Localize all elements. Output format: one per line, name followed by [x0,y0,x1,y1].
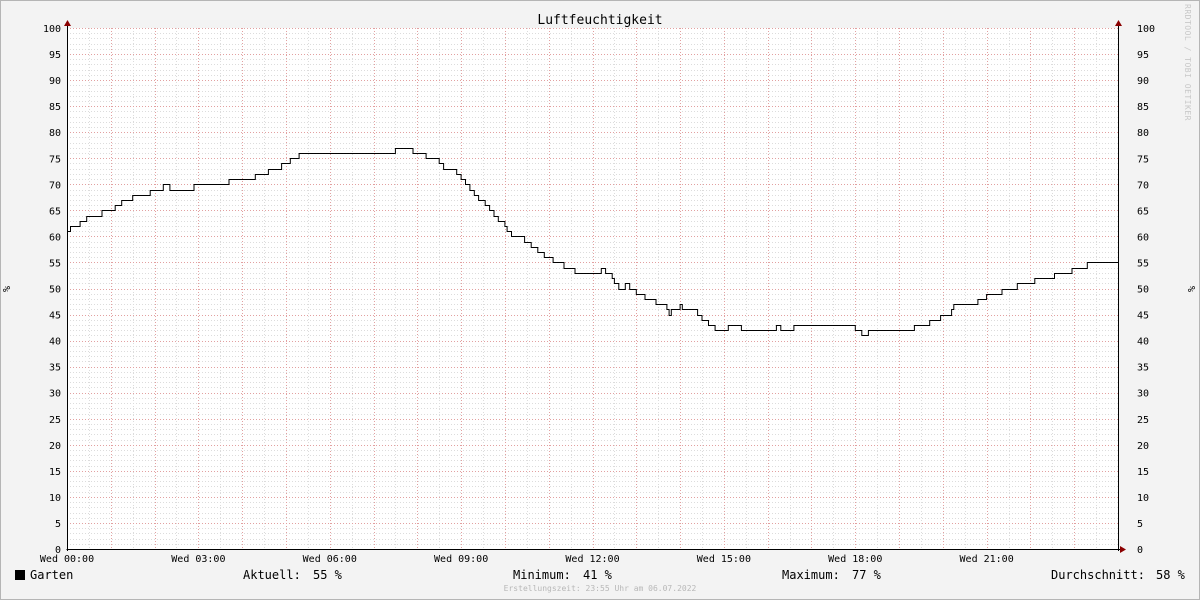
y-tick-label-right: 90 [1137,76,1149,87]
x-tick-label: Wed 09:00 [434,554,488,565]
x-tick-label: Wed 21:00 [960,554,1014,565]
y-tick-label-right: 30 [1137,389,1149,400]
y-tick-label-left: 20 [49,441,61,452]
y-tick-label-left: 15 [49,467,61,478]
y-tick-label-right: 85 [1137,102,1149,113]
y-tick-label-right: 80 [1137,128,1149,139]
chart-title: Luftfeuchtigkeit [537,13,662,28]
legend-current-label: Aktuell: [243,568,301,582]
legend-min-value: 41 % [583,568,612,582]
y-axis-label-left: % [2,286,13,292]
x-tick-label: Wed 15:00 [697,554,751,565]
y-axis-label-right: % [1187,286,1198,292]
x-tick-label: Wed 18:00 [828,554,882,565]
y-tick-label-left: 45 [49,311,61,322]
legend-swatch [15,570,25,580]
y-tick-label-right: 10 [1137,493,1149,504]
y-tick-label-right: 0 [1137,545,1143,556]
y-tick-label-right: 65 [1137,206,1149,217]
y-axis-arrow-right [1115,20,1122,26]
y-tick-label-left: 80 [49,128,61,139]
y-tick-label-right: 20 [1137,441,1149,452]
y-tick-label-left: 100 [43,24,61,35]
y-tick-label-left: 30 [49,389,61,400]
y-tick-label-left: 85 [49,102,61,113]
y-tick-label-right: 75 [1137,154,1149,165]
y-tick-label-right: 5 [1137,519,1143,530]
y-tick-label-right: 45 [1137,311,1149,322]
y-tick-label-right: 50 [1137,285,1149,296]
y-tick-label-left: 25 [49,415,61,426]
legend-max-value: 77 % [852,568,881,582]
y-tick-label-left: 70 [49,180,61,191]
y-tick-label-left: 60 [49,232,61,243]
y-tick-label-left: 95 [49,50,61,61]
x-tick-label: Wed 12:00 [565,554,619,565]
y-tick-label-right: 25 [1137,415,1149,426]
y-tick-label-right: 40 [1137,337,1149,348]
y-tick-label-right: 35 [1137,363,1149,374]
y-tick-label-right: 15 [1137,467,1149,478]
x-tick-label: Wed 03:00 [171,554,225,565]
legend-avg-value: 58 % [1156,568,1185,582]
legend-series-name: Garten [30,568,74,582]
creation-timestamp: Erstellungszeit: 23:55 Uhr am 06.07.2022 [503,584,697,593]
y-tick-label-right: 95 [1137,50,1149,61]
legend-min-label: Minimum: [513,568,571,582]
y-tick-label-left: 5 [55,519,61,530]
y-tick-label-left: 65 [49,206,61,217]
x-tick-label: Wed 06:00 [303,554,357,565]
legend-max-label: Maximum: [782,568,840,582]
y-tick-label-left: 40 [49,337,61,348]
y-tick-label-left: 90 [49,76,61,87]
rrdtool-watermark: RRDTOOL / TOBI OETIKER [1183,4,1192,121]
y-tick-label-left: 35 [49,363,61,374]
y-tick-label-right: 100 [1137,24,1155,35]
x-tick-label: Wed 00:00 [40,554,94,565]
y-tick-label-right: 55 [1137,258,1149,269]
y-axis-arrow-left [64,20,71,26]
y-tick-label-right: 60 [1137,232,1149,243]
x-axis-arrow [1120,546,1126,553]
legend-avg-label: Durchschnitt: [1051,568,1145,582]
y-tick-label-left: 55 [49,258,61,269]
y-tick-label-left: 10 [49,493,61,504]
humidity-chart: Luftfeuchtigkeit % % 0 05 510 1015 1520 2025 2… [2,13,1198,565]
y-tick-label-left: 75 [49,154,61,165]
legend-current-value: 55 % [313,568,342,582]
y-tick-label-left: 50 [49,285,61,296]
y-tick-label-right: 70 [1137,180,1149,191]
